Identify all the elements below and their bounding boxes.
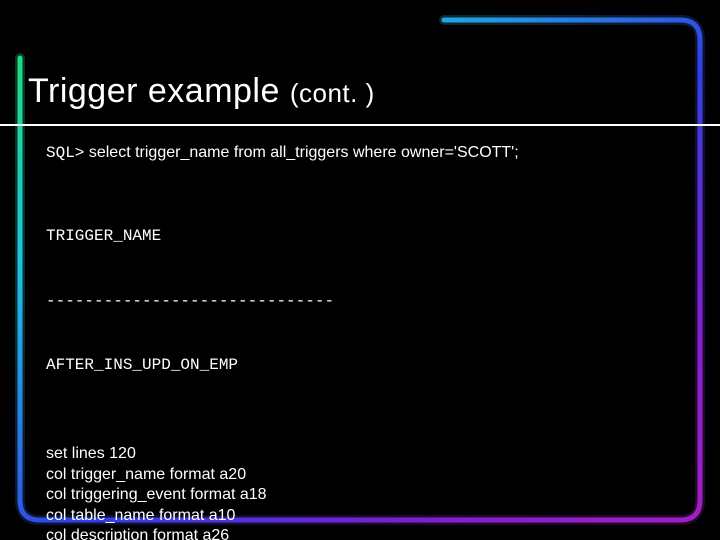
result-separator: ------------------------------ [46,291,674,313]
query-result-block: TRIGGER_NAME ---------------------------… [46,183,674,421]
result-header: TRIGGER_NAME [46,226,674,248]
title-underline [0,124,720,126]
script-line: col description format a26 [46,526,674,540]
sql-query-text: select trigger_name from all_triggers wh… [84,144,518,161]
title-suffix: (cont. ) [290,78,375,108]
sql-script-block: set lines 120 col trigger_name format a2… [46,444,674,540]
script-line: col table_name format a10 [46,506,674,526]
slide-title: Trigger example (cont. ) [28,72,375,111]
slide: Trigger example (cont. ) SQL> select tri… [0,0,720,540]
sql-prompt: SQL> [46,144,84,162]
script-line: col triggering_event format a18 [46,485,674,505]
slide-body: SQL> select trigger_name from all_trigge… [46,142,674,540]
title-main: Trigger example [28,72,290,110]
script-line: set lines 120 [46,444,674,464]
result-row: AFTER_INS_UPD_ON_EMP [46,355,674,377]
script-line: col trigger_name format a20 [46,465,674,485]
sql-query-line: SQL> select trigger_name from all_trigge… [46,142,674,165]
